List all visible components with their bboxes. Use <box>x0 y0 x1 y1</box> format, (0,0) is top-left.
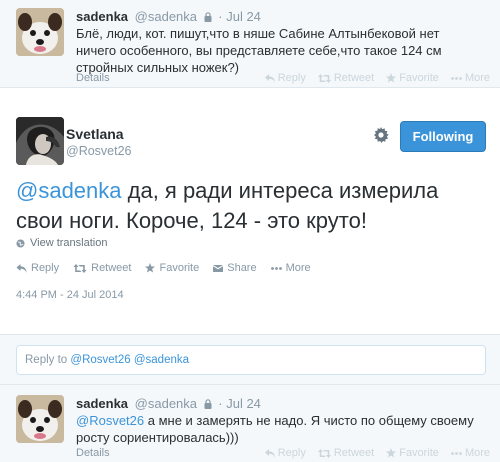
retweet-label: Retweet <box>333 447 375 459</box>
lock-icon <box>204 10 212 25</box>
avatar[interactable] <box>16 117 64 165</box>
author-name[interactable]: sadenka <box>76 9 128 24</box>
favorite-button[interactable]: Favorite <box>386 72 439 84</box>
more-label: More <box>285 262 311 274</box>
tweet-actions: Reply Retweet Favorite More <box>264 72 490 84</box>
more-button[interactable]: More <box>451 447 490 459</box>
tweet-date[interactable]: · Jul 24 <box>218 396 261 411</box>
retweet-icon <box>317 448 331 458</box>
favorite-label: Favorite <box>159 262 200 274</box>
more-button[interactable]: More <box>451 72 490 84</box>
details-link[interactable]: Details <box>76 447 110 459</box>
tweet-header: sadenka @sadenka · Jul 24 <box>76 9 261 25</box>
share-button[interactable]: Share <box>213 262 257 274</box>
user-actions-button[interactable] <box>370 124 392 146</box>
tweet-date[interactable]: · Jul 24 <box>218 9 261 24</box>
author-handle[interactable]: @Rosvet26 <box>66 144 132 158</box>
reply-icon <box>264 448 275 458</box>
view-translation-label: View translation <box>30 237 108 249</box>
more-icon <box>270 266 282 270</box>
retweet-label: Retweet <box>333 72 375 84</box>
lock-icon <box>204 397 212 412</box>
author-handle[interactable]: @sadenka <box>135 9 197 24</box>
author-name[interactable]: Svetlana <box>66 126 124 142</box>
author-name[interactable]: sadenka <box>76 396 128 411</box>
share-label: Share <box>227 262 257 274</box>
favorite-label: Favorite <box>399 72 439 84</box>
details-link[interactable]: Details <box>76 72 110 84</box>
avatar[interactable] <box>16 8 64 56</box>
reply-label: Reply <box>277 72 306 84</box>
reply-tweet-bottom[interactable]: sadenka @sadenka · Jul 24 @Rosvet26 а мн… <box>0 384 500 462</box>
star-icon <box>145 263 156 273</box>
reply-icon <box>264 73 275 83</box>
reply-area: Reply to @Rosvet26 @sadenka <box>0 334 500 384</box>
view-translation-link[interactable]: View translation <box>16 237 107 249</box>
retweet-icon <box>73 263 87 273</box>
reply-input[interactable]: Reply to @Rosvet26 @sadenka <box>16 345 486 375</box>
reply-button[interactable]: Reply <box>264 72 306 84</box>
author-handle[interactable]: @sadenka <box>135 396 197 411</box>
gear-icon <box>374 127 389 143</box>
more-button[interactable]: More <box>270 262 311 274</box>
avatar[interactable] <box>16 395 64 443</box>
retweet-button[interactable]: Retweet <box>317 447 375 459</box>
mention-link[interactable]: @sadenka <box>16 178 122 203</box>
tweet-actions: Reply Retweet Favorite More <box>264 447 490 459</box>
more-label: More <box>464 72 490 84</box>
tweet-text: @Rosvet26 а мне и замерять не надо. Я чи… <box>76 412 476 446</box>
main-tweet: Svetlana @Rosvet26 Following @sadenka да… <box>0 100 500 334</box>
tweet-text: @sadenka да, я ради интереса измерила св… <box>16 176 486 236</box>
favorite-label: Favorite <box>399 447 439 459</box>
star-icon <box>386 73 397 83</box>
tweet-text: Блё, люди, кот. пишут,что в няше Сабине … <box>76 26 442 75</box>
share-icon <box>213 265 224 272</box>
more-icon <box>451 451 462 455</box>
reply-prefix: Reply to <box>25 354 71 366</box>
star-icon <box>386 448 397 458</box>
more-label: More <box>464 447 490 459</box>
tweet-timestamp[interactable]: 4:44 PM - 24 Jul 2014 <box>16 289 124 301</box>
reply-mention-2: @sadenka <box>133 354 190 366</box>
retweet-label: Retweet <box>91 262 132 274</box>
globe-icon <box>16 238 25 248</box>
dog-avatar-image <box>16 395 64 443</box>
favorite-button[interactable]: Favorite <box>145 262 199 274</box>
retweet-button[interactable]: Retweet <box>73 262 131 274</box>
reply-label: Reply <box>277 447 306 459</box>
retweet-icon <box>317 73 331 83</box>
more-icon <box>451 76 462 80</box>
profile-photo <box>16 117 64 165</box>
tweet-actions: Reply Retweet Favorite Share More <box>16 262 311 274</box>
reply-button[interactable]: Reply <box>16 262 59 274</box>
tweet-header: sadenka @sadenka · Jul 24 <box>76 396 261 412</box>
mention-link[interactable]: @Rosvet26 <box>76 413 144 428</box>
reply-mention-1: @Rosvet26 <box>70 354 131 366</box>
reply-button[interactable]: Reply <box>264 447 306 459</box>
reply-icon <box>16 263 27 273</box>
dog-avatar-image <box>16 8 64 56</box>
reply-label: Reply <box>31 262 60 274</box>
retweet-button[interactable]: Retweet <box>317 72 375 84</box>
favorite-button[interactable]: Favorite <box>386 447 439 459</box>
following-button[interactable]: Following <box>400 121 486 152</box>
context-tweet-top[interactable]: sadenka @sadenka · Jul 24 Блё, люди, кот… <box>0 0 500 88</box>
